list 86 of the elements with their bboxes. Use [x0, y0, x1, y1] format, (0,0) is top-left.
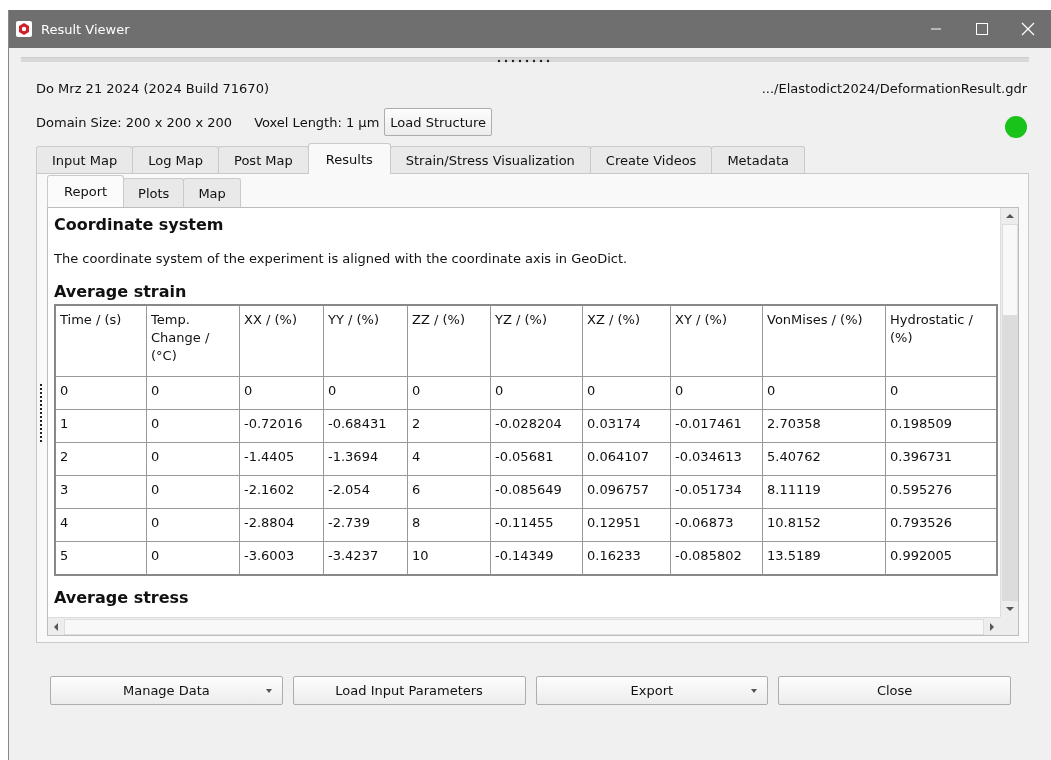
table-cell: 0 [582, 376, 671, 410]
tab[interactable]: Input Map [36, 146, 134, 173]
table-cell: -0.085649 [490, 475, 583, 509]
table-cell: -2.739 [323, 508, 408, 542]
voxel-length-label: Voxel Length: 1 µm [254, 114, 380, 130]
table-cell: -0.034613 [670, 442, 763, 476]
tab[interactable]: Metadata [711, 146, 805, 173]
table-cell: 0 [55, 376, 147, 410]
caret-icon [264, 689, 273, 693]
table-cell: 0 [490, 376, 583, 410]
table-cell: -0.028204 [490, 409, 583, 443]
column-header: XZ / (%) [582, 305, 671, 377]
table-cell: 0 [670, 376, 763, 410]
table-cell: -0.11455 [490, 508, 583, 542]
table-cell: 4 [407, 442, 491, 476]
caret-icon [750, 689, 759, 693]
file-path-label: .../Elastodict2024/DeformationResult.gdr [761, 80, 1027, 96]
table-cell: 0 [146, 409, 240, 443]
table-cell: -2.8804 [239, 508, 324, 542]
table-cell: -1.3694 [323, 442, 408, 476]
table-cell: -2.054 [323, 475, 408, 509]
table-cell: 0 [407, 376, 491, 410]
vertical-scrollbar[interactable] [1000, 208, 1018, 617]
table-cell: 0 [146, 442, 240, 476]
window-title: Result Viewer [41, 21, 130, 37]
domain-size-label: Domain Size: 200 x 200 x 200 [36, 114, 233, 130]
status-indicator-icon [1005, 116, 1027, 138]
table-cell: 0 [146, 508, 240, 542]
tab[interactable]: Plots [123, 178, 185, 207]
table-cell: 0 [146, 475, 240, 509]
table-cell: 8 [407, 508, 491, 542]
tab[interactable]: Results [307, 143, 391, 174]
table-cell: 0.064107 [582, 442, 671, 476]
table-cell: -0.06873 [670, 508, 763, 542]
scrollbar-thumb[interactable] [1001, 224, 1018, 316]
table-cell: -2.1602 [239, 475, 324, 509]
action-button[interactable]: Manage Data [50, 676, 283, 705]
tab[interactable]: Map [183, 178, 241, 207]
build-date-label: Do Mrz 21 2024 (2024 Build 71670) [36, 80, 269, 96]
table-cell: 0.096757 [582, 475, 671, 509]
table-cell: 2 [55, 442, 147, 476]
splitter-handle[interactable] [21, 57, 1029, 62]
column-header: XY / (%) [670, 305, 763, 377]
table-cell: 2.70358 [762, 409, 886, 443]
table-cell: 6 [407, 475, 491, 509]
table-cell: -0.68431 [323, 409, 408, 443]
paragraph-text: The coordinate system of the experiment is aligned with the coordinate axis in GeoDict. [54, 251, 629, 266]
load-structure-button[interactable]: Load Structure [384, 108, 493, 136]
table-cell: 4 [55, 508, 147, 542]
table-cell: 8.11119 [762, 475, 886, 509]
app-icon [16, 21, 32, 37]
column-header: VonMises / (%) [762, 305, 886, 377]
section-heading: Average strain [54, 281, 188, 303]
table-cell: -1.4405 [239, 442, 324, 476]
column-header: ZZ / (%) [407, 305, 491, 377]
table-cell: 10.8152 [762, 508, 886, 542]
table-cell: 0 [762, 376, 886, 410]
section-heading: Coordinate system [54, 214, 225, 236]
column-header: XX / (%) [239, 305, 324, 377]
section-heading: Average stress [54, 587, 190, 609]
table-cell: 0 [146, 376, 240, 410]
tab[interactable]: Report [47, 175, 125, 207]
table-cell: 0 [323, 376, 408, 410]
action-button[interactable]: Close [778, 676, 1011, 705]
table-cell: -0.05681 [490, 442, 583, 476]
column-header: Time / (s) [55, 305, 147, 377]
table-cell: 1 [55, 409, 147, 443]
action-button[interactable]: Export [535, 676, 769, 705]
column-header: YZ / (%) [490, 305, 583, 377]
tab[interactable]: Log Map [132, 146, 220, 173]
table-cell: 0.03174 [582, 409, 671, 443]
column-header: Temp. Change / (°C) [146, 305, 240, 377]
table-cell: 5.40762 [762, 442, 886, 476]
table-cell: 3 [55, 475, 147, 509]
table-cell: -0.051734 [670, 475, 763, 509]
table-cell: 2 [407, 409, 491, 443]
tab[interactable]: Create Videos [589, 146, 713, 173]
tab[interactable]: Post Map [218, 146, 309, 173]
table-cell: 0.12951 [582, 508, 671, 542]
tab[interactable]: Strain/Stress Visualization [389, 146, 591, 173]
table-cell: 0 [239, 376, 324, 410]
action-button[interactable]: Load Input Parameters [292, 676, 526, 705]
table-cell: -0.017461 [670, 409, 763, 443]
table-cell: -0.72016 [239, 409, 324, 443]
column-header: YY / (%) [323, 305, 408, 377]
splitter-handle-icon[interactable] [40, 384, 42, 442]
